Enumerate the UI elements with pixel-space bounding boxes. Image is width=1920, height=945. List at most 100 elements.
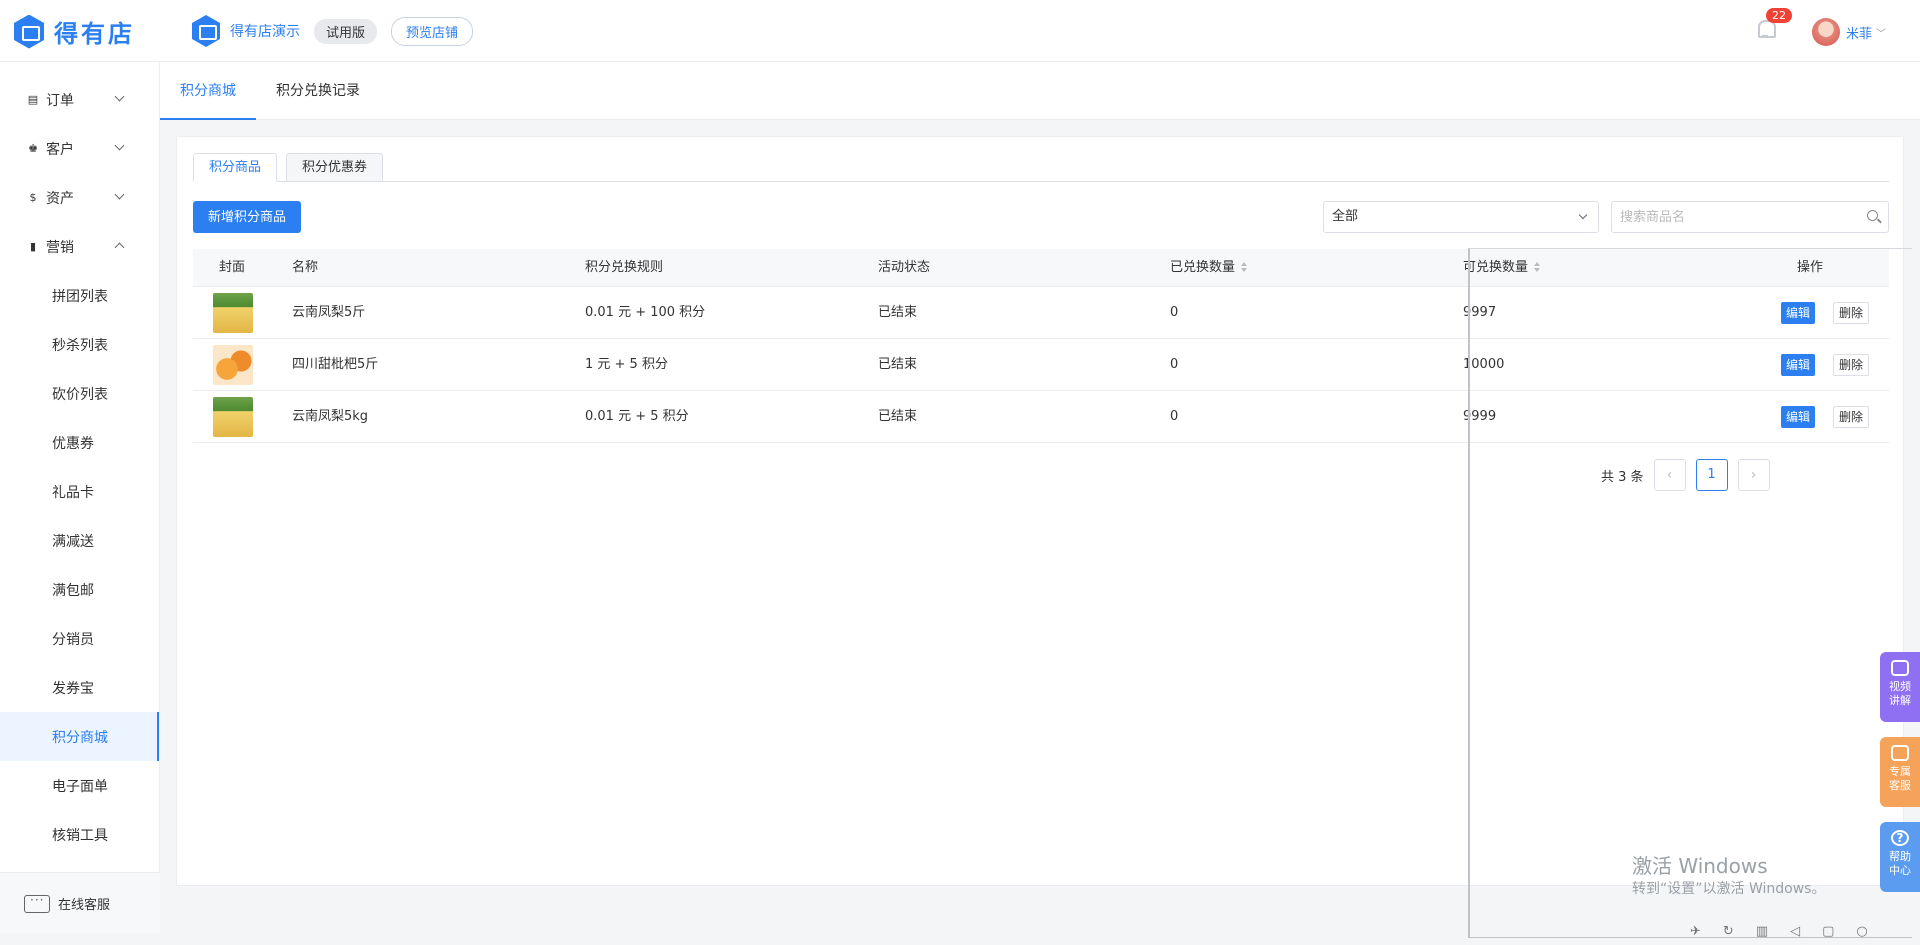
- redeemed-count: 0: [1170, 357, 1179, 372]
- customer-icon: ♚: [28, 142, 38, 155]
- chevron-down-icon: [114, 140, 125, 151]
- chevron-down-icon: [114, 189, 125, 200]
- notification-badge: 22: [1766, 8, 1792, 23]
- product-name: 云南凤梨5kg: [292, 409, 369, 424]
- sort-icon[interactable]: [1241, 261, 1248, 274]
- sidebar-group-marketing[interactable]: ▮ 营销: [0, 222, 159, 271]
- chevron-down-icon: [1578, 210, 1588, 220]
- column-status: 活动状态: [878, 260, 931, 275]
- sidebar-group-label: 客户: [46, 141, 74, 158]
- video-icon: [1891, 660, 1909, 676]
- dedicated-service-button[interactable]: 专属 客服: [1880, 737, 1920, 807]
- trial-badge: 试用版: [314, 18, 378, 44]
- overlay-window-frame: [1468, 248, 1912, 938]
- sidebar-item-gift-card[interactable]: 礼品卡: [0, 467, 159, 516]
- chat-icon: [24, 893, 50, 913]
- sidebar-item-verification-tool[interactable]: 核销工具: [0, 810, 159, 859]
- float-label: 视频: [1889, 680, 1911, 693]
- float-label: 客服: [1889, 779, 1911, 792]
- status-filter-select[interactable]: 全部: [1323, 201, 1599, 233]
- search-box[interactable]: [1611, 201, 1889, 233]
- float-label: 帮助: [1889, 850, 1911, 863]
- sidebar-item-flash-sale[interactable]: 秒杀列表: [0, 320, 159, 369]
- sub-tabs: 积分商品 积分优惠券: [193, 153, 1889, 182]
- shop-info: 得有店演示 试用版 预览店铺: [192, 15, 474, 47]
- taskbar-tray: ✈ ↻ ▥ ◁ ▢ ○: [1690, 924, 1868, 939]
- activity-status: 已结束: [878, 305, 918, 320]
- float-label: 讲解: [1889, 694, 1911, 707]
- tab-points-coupons[interactable]: 积分优惠券: [286, 153, 384, 182]
- activity-status: 已结束: [878, 409, 918, 424]
- float-label: 专属: [1889, 765, 1911, 778]
- activity-status: 已结束: [878, 357, 918, 372]
- sidebar: ▤ 订单 ♚ 客户 $ 资产 ▮ 营销 拼团列表 秒杀列表 砍价列表 优惠券 礼…: [0, 62, 160, 934]
- avatar: [1812, 18, 1840, 46]
- column-redeemed-label: 已兑换数量: [1170, 260, 1236, 275]
- sidebar-group-label: 订单: [46, 92, 74, 109]
- sidebar-item-group-buy[interactable]: 拼团列表: [0, 271, 159, 320]
- sidebar-item-points-mall[interactable]: 积分商城: [0, 712, 159, 761]
- exchange-rule: 0.01 元 + 5 积分: [585, 409, 689, 424]
- chart-icon: ▮: [29, 240, 37, 253]
- search-input[interactable]: [1612, 202, 1842, 232]
- speaker-icon[interactable]: ◁: [1790, 924, 1800, 939]
- product-cover-image: [213, 293, 253, 333]
- product-cover-image: [213, 397, 253, 437]
- trash-icon[interactable]: ▥: [1756, 924, 1768, 939]
- sidebar-group-assets[interactable]: $ 资产: [0, 173, 159, 222]
- activation-watermark-subtitle: 转到“设置”以激活 Windows。: [1632, 881, 1826, 897]
- sidebar-item-discount[interactable]: 满减送: [0, 516, 159, 565]
- sidebar-item-coupons[interactable]: 优惠券: [0, 418, 159, 467]
- activation-watermark-title: 激活 Windows: [1632, 854, 1768, 878]
- help-icon: ?: [1891, 830, 1909, 846]
- refresh-icon[interactable]: ↻: [1723, 924, 1734, 939]
- status-filter-value: 全部: [1332, 209, 1359, 224]
- sidebar-group-orders[interactable]: ▤ 订单: [0, 75, 159, 124]
- product-cover-image: [213, 345, 253, 385]
- search-icon[interactable]: ○: [1856, 924, 1867, 939]
- main-tabs: 积分商城 积分兑换记录: [160, 62, 1920, 120]
- username: 米菲: [1846, 26, 1873, 42]
- shop-avatar-icon: [192, 15, 220, 47]
- column-rule: 积分兑换规则: [585, 260, 664, 275]
- exchange-rule: 0.01 元 + 100 积分: [585, 305, 706, 320]
- chevron-down-icon: ﹀: [1876, 28, 1887, 40]
- product-name: 云南凤梨5斤: [292, 305, 366, 320]
- tab-points-mall[interactable]: 积分商城: [160, 62, 256, 120]
- brand-name: 得有店: [54, 20, 135, 48]
- float-label: 中心: [1889, 864, 1911, 877]
- sidebar-item-distributors[interactable]: 分销员: [0, 614, 159, 663]
- sidebar-group-label: 营销: [46, 239, 74, 256]
- brand-logo[interactable]: 得有店: [14, 14, 135, 49]
- headset-icon: [1891, 745, 1909, 761]
- shop-name[interactable]: 得有店演示: [230, 21, 300, 41]
- preview-store-button[interactable]: 预览店铺: [391, 16, 474, 46]
- user-menu[interactable]: 米菲 ﹀: [1812, 18, 1886, 46]
- video-tutorial-button[interactable]: 视频 讲解: [1880, 652, 1920, 722]
- store-logo-icon: [14, 14, 44, 49]
- top-bar: 得有店 得有店演示 试用版 预览店铺 22 米菲 ﹀: [0, 0, 1920, 62]
- rocket-icon[interactable]: ✈: [1690, 924, 1701, 939]
- help-center-button[interactable]: ? 帮助 中心: [1880, 822, 1920, 892]
- column-redeemed[interactable]: 已兑换数量: [1170, 249, 1248, 287]
- chevron-up-icon: [114, 242, 125, 253]
- product-name: 四川甜枇杷5斤: [292, 357, 379, 372]
- online-service[interactable]: 在线客服: [0, 872, 160, 934]
- sidebar-item-free-shipping[interactable]: 满包邮: [0, 565, 159, 614]
- order-icon: ▤: [27, 93, 39, 106]
- chevron-down-icon: [114, 91, 125, 102]
- add-points-product-button[interactable]: 新增积分商品: [193, 201, 302, 233]
- sidebar-item-coupon-sender[interactable]: 发券宝: [0, 663, 159, 712]
- column-cover: 封面: [219, 260, 246, 275]
- tab-redeem-records[interactable]: 积分兑换记录: [276, 62, 360, 120]
- redeemed-count: 0: [1170, 305, 1179, 320]
- tab-points-products[interactable]: 积分商品: [193, 153, 278, 182]
- online-service-label: 在线客服: [58, 898, 111, 913]
- redeemed-count: 0: [1170, 409, 1179, 424]
- sidebar-item-e-waybill[interactable]: 电子面单: [0, 761, 159, 810]
- exchange-rule: 1 元 + 5 积分: [585, 357, 668, 372]
- sidebar-group-customers[interactable]: ♚ 客户: [0, 124, 159, 173]
- search-icon[interactable]: [1867, 210, 1878, 221]
- sidebar-item-bargain[interactable]: 砍价列表: [0, 369, 159, 418]
- window-icon[interactable]: ▢: [1822, 924, 1834, 939]
